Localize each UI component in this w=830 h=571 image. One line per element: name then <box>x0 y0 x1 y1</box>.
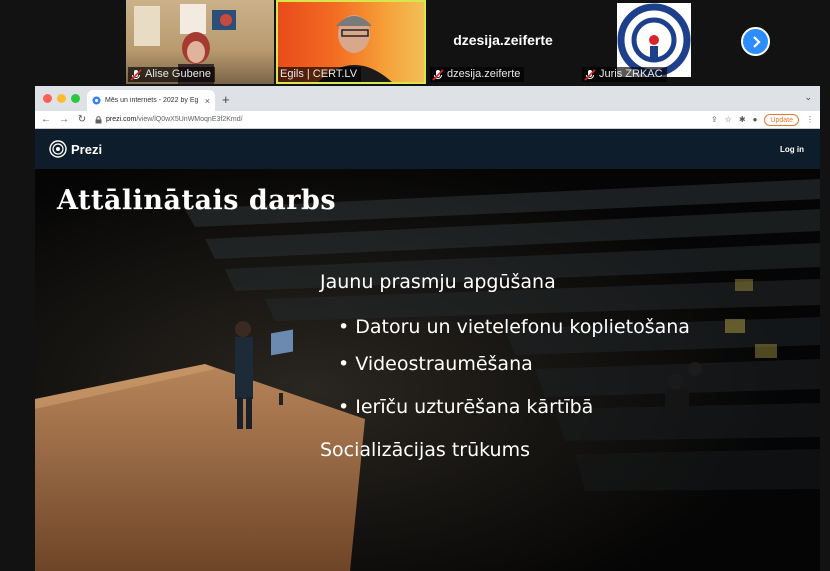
slide-bullet-2: • Videostraumēšana <box>338 353 533 375</box>
participant-tile-2[interactable]: Egils | CERT.LV <box>276 0 426 84</box>
presentation-slide: Attālinātais darbs Jaunu prasmju apgūšan… <box>35 169 820 571</box>
minimize-window-button[interactable] <box>57 94 66 103</box>
prezi-brand-name: Prezi <box>71 141 103 157</box>
next-participants-button[interactable] <box>741 27 770 56</box>
back-icon[interactable]: ← <box>41 114 51 125</box>
organization-logo-icon <box>617 3 691 77</box>
zoom-window-button[interactable] <box>71 94 80 103</box>
reload-icon[interactable]: ↻ <box>77 114 87 125</box>
url-field[interactable]: prezi.com/view/lQ0wX5UnWMoqnE3f2Kmd/ <box>95 115 703 124</box>
login-link[interactable]: Log in <box>780 145 804 154</box>
participant-strip: Alise Gubene Egils | CERT.LV dzesija.zei… <box>0 0 830 85</box>
update-button[interactable]: Update <box>764 113 799 126</box>
prezi-page: Prezi Log in Attālinātais darbs Jaunu pr… <box>35 129 820 571</box>
participant-avatar-logo <box>617 3 691 77</box>
mic-off-icon <box>432 68 444 81</box>
browser-tab[interactable]: Mēs un internets - 2022 by Eg × <box>87 90 215 111</box>
participant-tile-4[interactable]: Juris ZRKAC <box>580 0 730 84</box>
slide-bullet-3: • Ierīču uzturēšana kārtībā <box>338 396 594 418</box>
close-window-button[interactable] <box>43 94 52 103</box>
participant-name-tag: Egils | CERT.LV <box>278 67 362 82</box>
participant-tile-1[interactable]: Alise Gubene <box>126 0 274 84</box>
participant-name: Juris ZRKAC <box>599 68 663 80</box>
prezi-brand[interactable]: Prezi <box>49 140 102 158</box>
participant-name-tag: dzesija.zeiferte <box>430 67 525 82</box>
browser-window: Mēs un internets - 2022 by Eg × + ⌄ ← → … <box>35 86 820 571</box>
tab-title: Mēs un internets - 2022 by Eg <box>105 97 199 104</box>
participant-name-tag: Alise Gubene <box>128 67 216 82</box>
new-tab-button[interactable]: + <box>222 92 230 107</box>
close-tab-icon[interactable]: × <box>205 96 210 106</box>
share-icon[interactable]: ⇪ <box>711 115 718 124</box>
window-controls <box>43 94 80 103</box>
mic-off-icon <box>130 68 142 81</box>
browser-menu-icon[interactable]: ⋮ <box>806 115 814 124</box>
url-host: prezi.com <box>106 116 137 123</box>
url-path: /view/lQ0wX5UnWMoqnE3f2Kmd/ <box>136 116 243 123</box>
slide-bullet-1: • Datoru un vietelefonu koplietošana <box>338 316 690 338</box>
participant-name: Egils | CERT.LV <box>280 68 358 80</box>
address-bar-row: ← → ↻ prezi.com/view/lQ0wX5UnWMoqnE3f2Km… <box>35 111 820 129</box>
participant-name: dzesija.zeiferte <box>447 68 521 80</box>
lock-icon <box>95 115 102 123</box>
participant-display-name: dzesija.zeiferte <box>453 32 553 48</box>
prezi-logo-icon <box>49 140 67 158</box>
bookmark-star-icon[interactable]: ☆ <box>725 115 732 124</box>
participant-name-tag: Juris ZRKAC <box>582 67 667 82</box>
participant-tile-3[interactable]: dzesija.zeiferte dzesija.zeiferte <box>428 0 578 84</box>
slide-title: Attālinātais darbs <box>57 185 337 216</box>
prezi-header: Prezi Log in <box>35 129 820 169</box>
tab-bar: Mēs un internets - 2022 by Eg × + ⌄ <box>35 86 820 111</box>
toolbar-actions: ⇪ ☆ ✱ ● Update ⋮ <box>711 113 814 126</box>
forward-icon[interactable]: → <box>59 114 69 125</box>
tab-favicon-icon <box>92 96 101 105</box>
slide-line-2: Socializācijas trūkums <box>320 439 530 461</box>
mic-off-icon <box>584 68 596 81</box>
extensions-icon[interactable]: ✱ <box>739 115 746 124</box>
next-page-icon <box>752 35 761 48</box>
slide-line-1: Jaunu prasmju apgūšana <box>320 271 556 293</box>
tab-search-icon[interactable]: ⌄ <box>804 92 812 103</box>
participant-name: Alise Gubene <box>145 68 212 80</box>
profile-icon[interactable]: ● <box>753 115 758 124</box>
